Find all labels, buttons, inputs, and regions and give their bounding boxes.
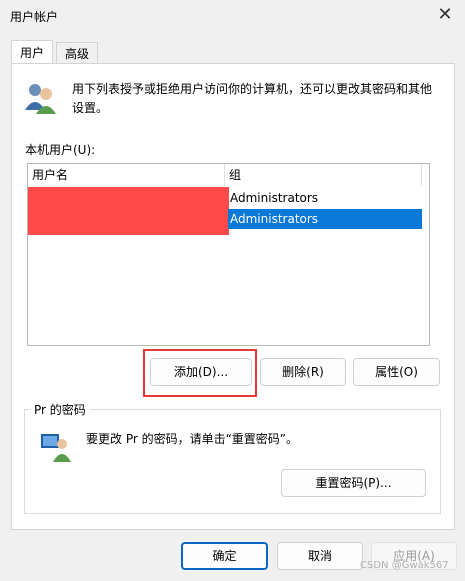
reset-password-button[interactable]: 重置密码(P)... bbox=[281, 469, 426, 497]
table-row-group-selected[interactable]: Administrators bbox=[230, 209, 318, 229]
cancel-button[interactable]: 取消 bbox=[277, 542, 363, 570]
password-group-label: Pr 的密码 bbox=[30, 401, 90, 418]
watermark: CSDN @Gwak567 bbox=[360, 560, 449, 571]
column-header-username[interactable]: 用户名 bbox=[28, 164, 224, 186]
ok-button[interactable]: 确定 bbox=[181, 542, 268, 570]
window-title: 用户帐户 bbox=[10, 10, 59, 24]
users-icon bbox=[22, 80, 58, 116]
column-header-group[interactable]: 组 bbox=[225, 164, 421, 186]
tab-advanced[interactable]: 高级 bbox=[56, 42, 99, 64]
user-monitor-icon bbox=[40, 430, 72, 462]
close-icon[interactable]: ✕ bbox=[436, 6, 454, 24]
intro-text: 用下列表授予或拒绝用户访问你的计算机，还可以更改其密码和其他设置。 bbox=[72, 82, 433, 115]
users-list[interactable]: 用户名 组 Administrators Administrators bbox=[27, 163, 430, 346]
table-row-group[interactable]: Administrators bbox=[230, 188, 318, 208]
tab-users[interactable]: 用户 bbox=[11, 40, 54, 64]
password-instructions: 要更改 Pr 的密码，请单击“重置密码”。 bbox=[86, 432, 299, 446]
annotation-highlight-box bbox=[143, 349, 257, 397]
properties-button[interactable]: 属性(O) bbox=[353, 358, 440, 386]
title-bar bbox=[0, 0, 465, 32]
remove-button[interactable]: 删除(R) bbox=[260, 358, 346, 386]
redacted-username bbox=[28, 187, 229, 235]
column-separator bbox=[421, 164, 422, 186]
local-users-label: 本机用户(U): bbox=[25, 143, 96, 157]
password-group bbox=[24, 409, 441, 514]
